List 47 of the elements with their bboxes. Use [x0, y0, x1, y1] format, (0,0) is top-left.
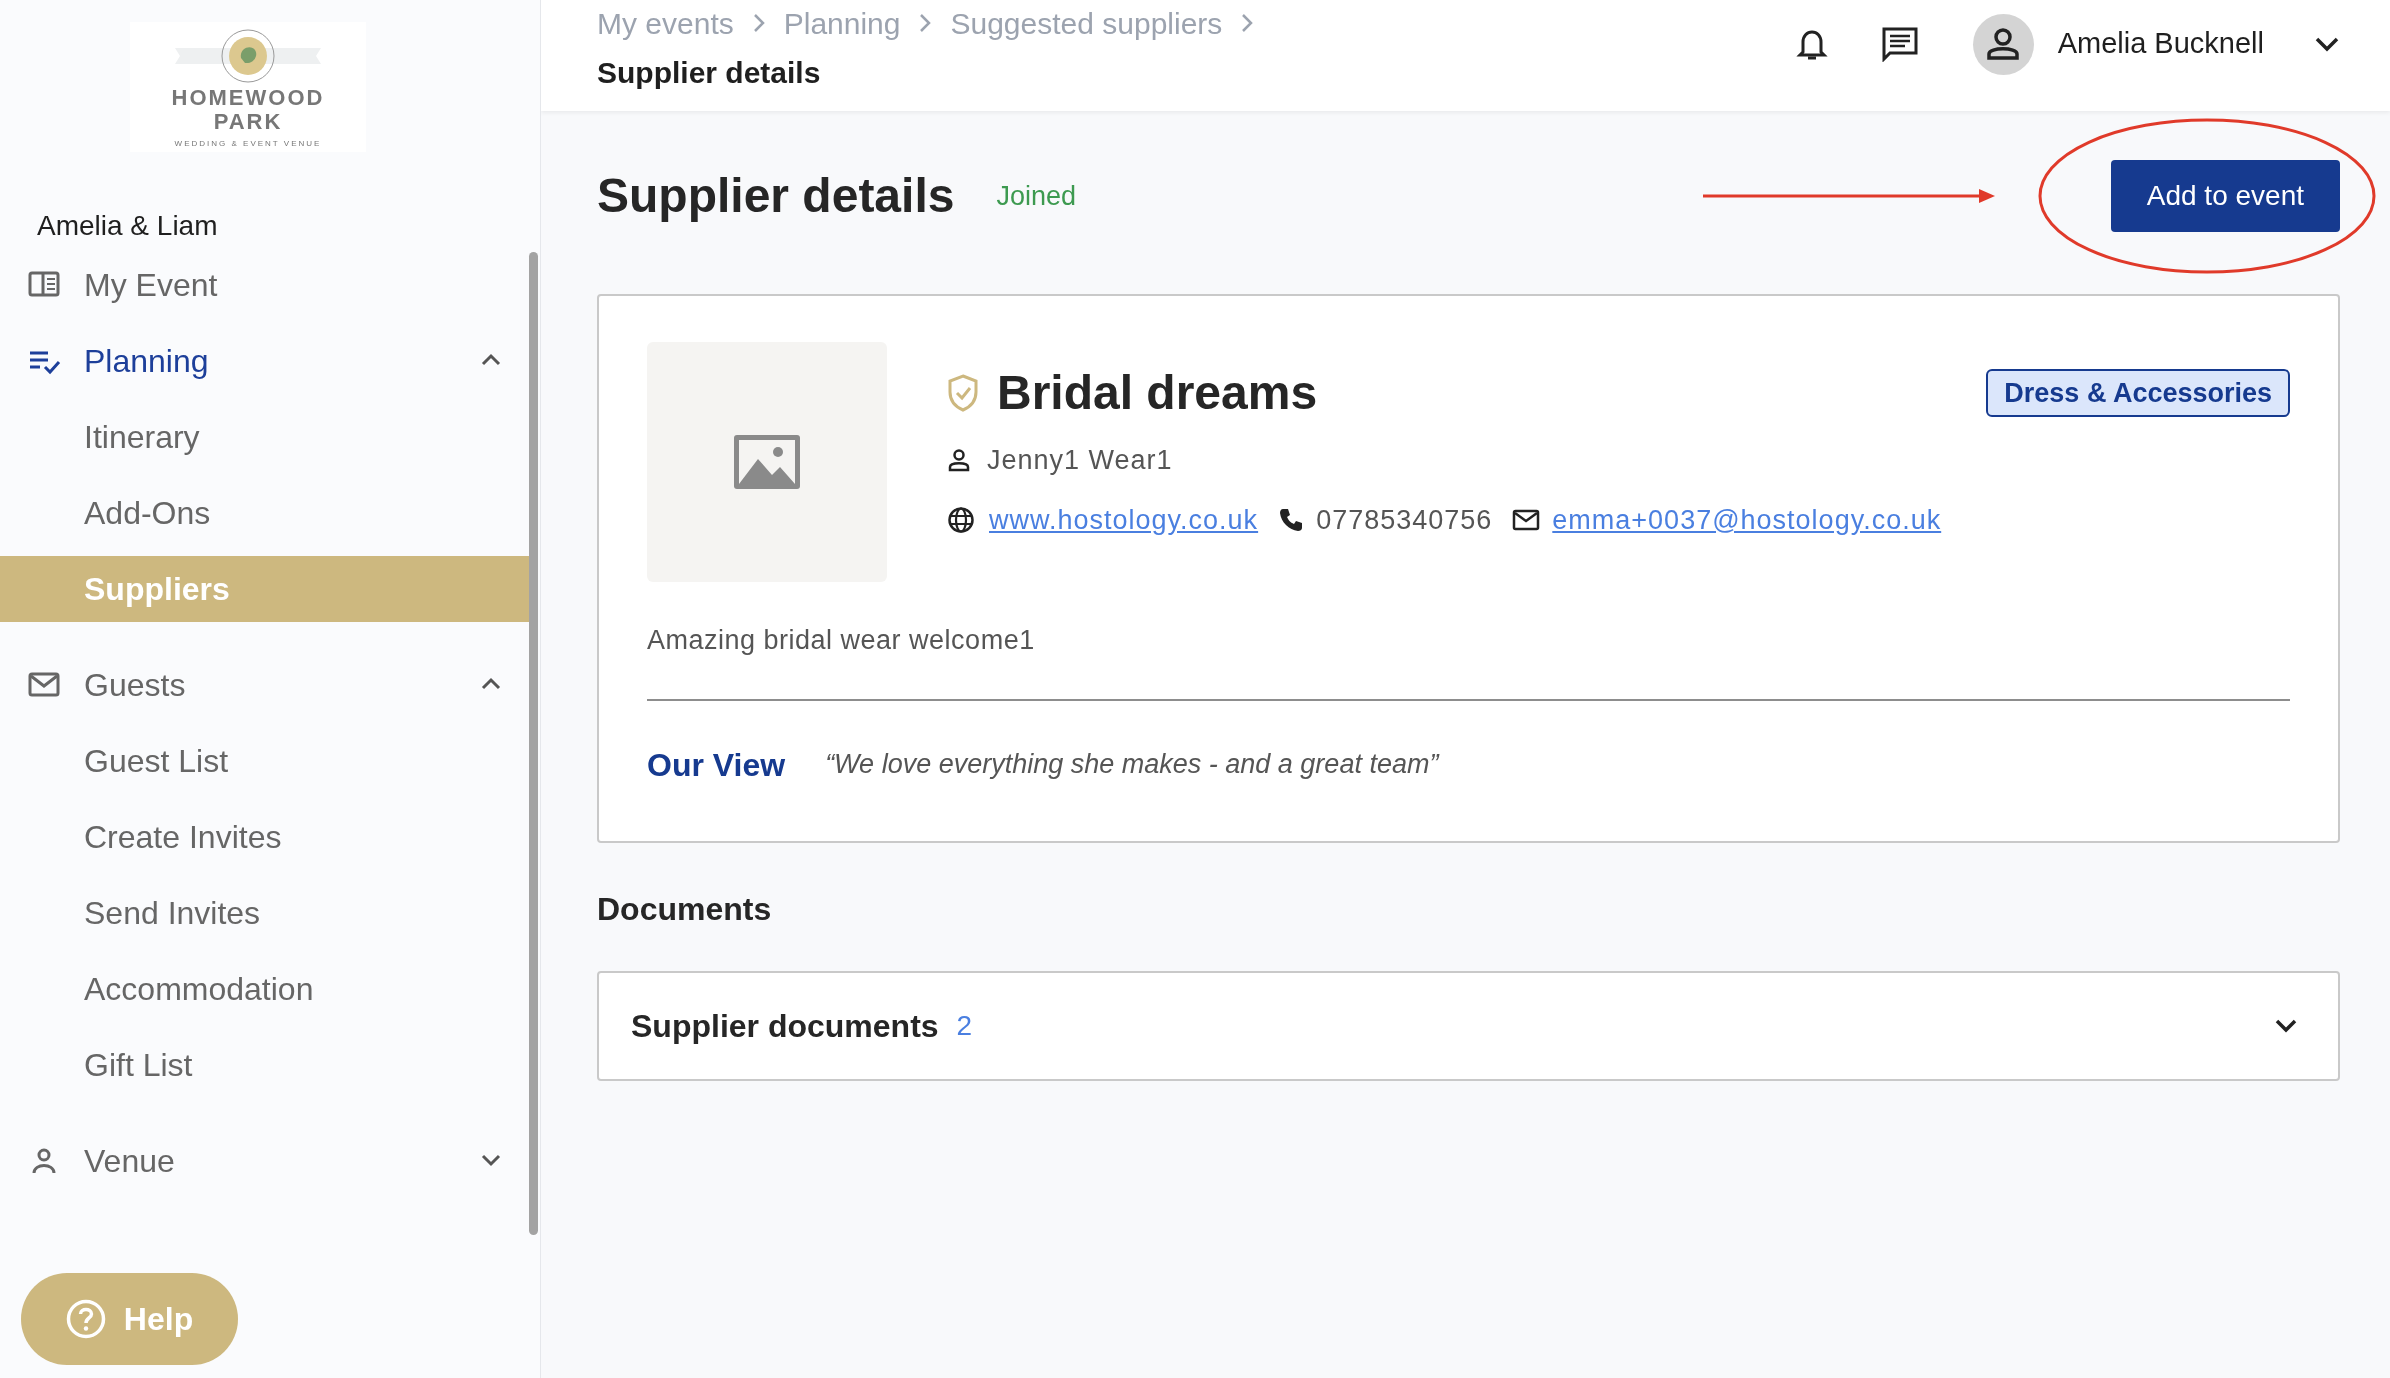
question-icon — [65, 1299, 106, 1339]
nav-item[interactable]: Send Invites — [0, 880, 530, 946]
status-label: Joined — [996, 179, 1076, 213]
chevron-up-icon[interactable] — [480, 677, 502, 691]
couple-name: Amelia & Liam — [37, 209, 218, 243]
envelope-icon — [1512, 509, 1541, 531]
chevron-down-icon[interactable] — [480, 1153, 502, 1167]
nav-section[interactable]: Guests — [0, 652, 530, 718]
nav-item[interactable]: Gift List — [0, 1032, 530, 1098]
document-count: 2 — [956, 1008, 973, 1043]
nav-item[interactable]: Add-Ons — [0, 480, 530, 546]
chevron-up-icon[interactable] — [480, 353, 502, 367]
chevron-down-icon — [2274, 1017, 2298, 1034]
globe-icon — [947, 506, 975, 534]
documents-heading: Documents — [597, 889, 773, 929]
chat-icon[interactable] — [1880, 26, 1919, 62]
nav-section[interactable]: Planning — [0, 328, 530, 394]
user-name[interactable]: Amelia Bucknell — [2057, 22, 2264, 66]
current-page-title: Supplier details — [597, 55, 822, 91]
person-icon — [1985, 26, 2022, 62]
venue-logo: HOMEWOOD PARK WEDDING & EVENT VENUE — [130, 22, 366, 152]
nav-item[interactable]: Create Invites — [0, 804, 530, 870]
scrollbar[interactable] — [529, 252, 538, 1235]
phone-number: 07785340756 — [1316, 503, 1493, 537]
chevron-right-icon — [918, 12, 933, 34]
contact-name: Jenny1 Wear1 — [987, 443, 1173, 477]
our-view-quote: “We love everything she makes - and a great team” — [825, 748, 1439, 782]
supplier-description: Amazing bridal wear welcome1 — [647, 624, 1036, 657]
nav-item[interactable]: Accommodation — [0, 956, 530, 1022]
documents-accordion[interactable]: Supplier documents 2 — [597, 970, 2340, 1081]
nav-item[interactable]: Guest List — [0, 728, 530, 794]
category-tag: Dress & Accessories — [1986, 368, 2290, 418]
our-view-label: Our View — [647, 745, 786, 785]
chevron-right-icon — [1240, 12, 1255, 34]
email-link[interactable]: emma+0037@hostology.co.uk — [1552, 499, 1942, 541]
person-icon — [947, 448, 971, 472]
nav-section[interactable]: My Event — [0, 252, 530, 318]
phone-icon — [1278, 507, 1305, 533]
nav-item[interactable]: Itinerary — [0, 404, 530, 470]
chevron-down-icon[interactable] — [2314, 36, 2340, 52]
add-to-event-button[interactable]: Add to event — [2110, 160, 2340, 232]
nav-section[interactable]: Venue — [0, 1128, 530, 1194]
website-link[interactable]: www.hostology.co.uk — [989, 499, 1259, 541]
image-icon — [734, 435, 800, 489]
page-title: Supplier details — [597, 168, 955, 224]
chevron-right-icon — [751, 12, 766, 34]
supplier-name: Bridal dreams — [997, 365, 1318, 421]
